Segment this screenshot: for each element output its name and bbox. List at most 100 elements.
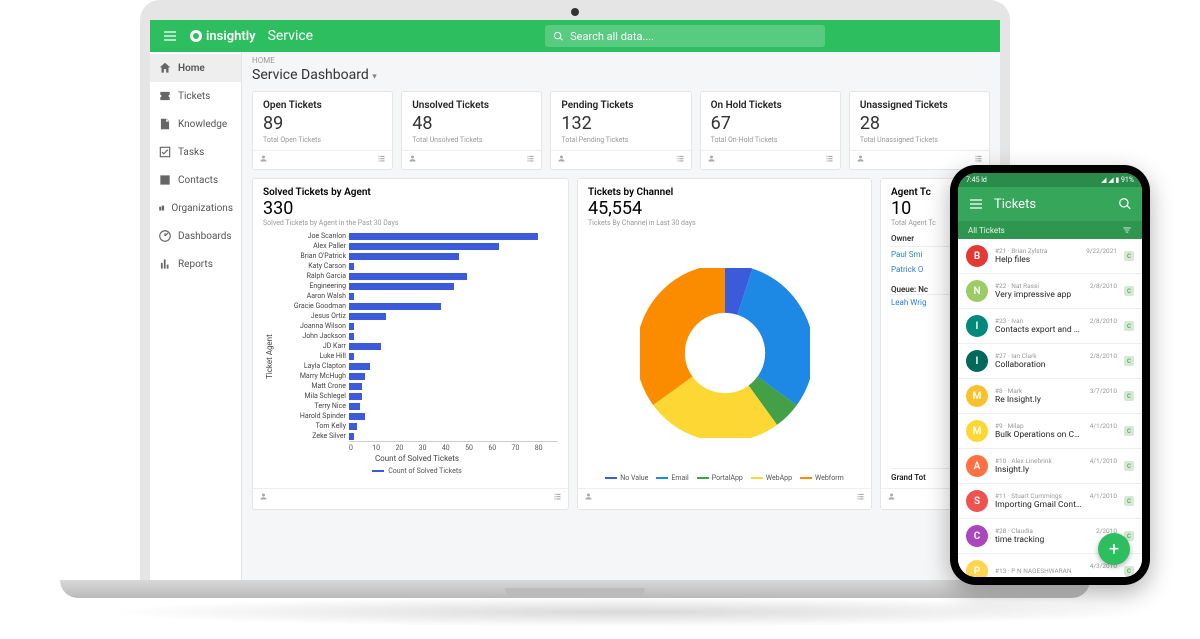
legend-item: Webform — [800, 474, 844, 482]
stat-title: Unsolved Tickets — [412, 100, 531, 111]
list-icon[interactable] — [377, 154, 386, 163]
solved-by-agent-card: Solved Tickets by Agent 330 Solved Ticke… — [252, 178, 569, 510]
avatar: I — [966, 350, 988, 372]
fab-add-button[interactable]: + — [1098, 533, 1130, 565]
list-icon[interactable] — [553, 492, 562, 501]
ticket-row[interactable]: B#21 · Brian ZylstraHelp files9/22/2021C — [958, 239, 1142, 274]
bar — [349, 333, 354, 340]
ticket-meta: #21 · Brian Zylstra — [995, 247, 1079, 255]
sidebar-item-home[interactable]: Home — [150, 54, 241, 82]
sidebar-item-label: Knowledge — [178, 119, 227, 130]
stat-card: Open Tickets89Total Open Tickets — [252, 91, 393, 170]
status-badge: C — [1124, 251, 1134, 261]
bar-label: Jesus Ortiz — [276, 312, 346, 320]
user-icon[interactable] — [259, 492, 268, 501]
status-badge: C — [1124, 426, 1134, 436]
sidebar-item-tickets[interactable]: Tickets — [150, 82, 241, 110]
bar — [349, 353, 354, 360]
page-title[interactable]: Service Dashboard ▾ — [242, 65, 1000, 91]
menu-icon[interactable] — [968, 196, 984, 212]
user-icon[interactable] — [887, 492, 896, 501]
user-icon[interactable] — [584, 492, 593, 501]
sidebar-item-tasks[interactable]: Tasks — [150, 138, 241, 166]
bar-row: Harold Spinder — [276, 411, 558, 421]
status-badge: C — [1124, 496, 1134, 506]
bar-row: Marry McHugh — [276, 371, 558, 381]
bar-label: Alex Paller — [276, 242, 346, 250]
contacts-icon — [158, 173, 172, 187]
app-name: Service — [268, 28, 314, 44]
ticket-meta: #22 · Nat Rassi — [995, 282, 1083, 290]
ticket-row[interactable]: N#22 · Nat RassiVery impressive app2/8/2… — [958, 274, 1142, 309]
sidebar-item-organizations[interactable]: Organizations — [150, 194, 241, 222]
avatar: P — [966, 560, 988, 577]
avatar: N — [966, 280, 988, 302]
user-icon[interactable] — [707, 154, 716, 163]
ticket-meta: #9 · Milap — [995, 422, 1083, 430]
bar-row: Brian O'Patrick — [276, 251, 558, 261]
sidebar-item-label: Home — [178, 63, 205, 74]
bar — [349, 293, 354, 300]
ticket-subject: Very impressive app — [995, 290, 1083, 300]
donut-chart — [640, 268, 810, 438]
bar-row: John Jackson — [276, 331, 558, 341]
sidebar-item-contacts[interactable]: Contacts — [150, 166, 241, 194]
search-input[interactable]: Search all data.... — [545, 25, 825, 47]
list-icon[interactable] — [676, 154, 685, 163]
legend-item: PortalApp — [697, 474, 743, 482]
tickets-icon — [158, 89, 172, 103]
list-icon[interactable] — [856, 492, 865, 501]
organizations-icon — [158, 201, 165, 215]
ticket-row[interactable]: S#11 · Stuart CummingsImporting Gmail Co… — [958, 484, 1142, 519]
bar — [349, 273, 467, 280]
bar-label: John Jackson — [276, 332, 346, 340]
bar-row: Matt Crone — [276, 381, 558, 391]
bar — [349, 313, 386, 320]
stat-value: 67 — [711, 113, 830, 134]
avatar: C — [966, 525, 988, 547]
tasks-icon — [158, 145, 172, 159]
bar-label: Katy Carson — [276, 262, 346, 270]
donut-legend: No ValueEmailPortalAppWebAppWebform — [588, 474, 861, 482]
user-icon[interactable] — [856, 154, 865, 163]
bar-label: Matt Crone — [276, 382, 346, 390]
list-icon[interactable] — [825, 154, 834, 163]
ticket-row[interactable]: M#9 · MilapBulk Operations on Contacts4/… — [958, 414, 1142, 449]
status-badge: C — [1124, 566, 1134, 576]
user-icon[interactable] — [259, 154, 268, 163]
sidebar: Home Tickets Knowledge Tasks Contacts Organiz… — [150, 52, 242, 580]
filter-icon[interactable] — [1122, 225, 1132, 235]
avatar: M — [966, 420, 988, 442]
ticket-subject: Collaboration — [995, 360, 1083, 370]
user-icon[interactable] — [557, 154, 566, 163]
ticket-date: 2/8/2010 — [1090, 317, 1117, 325]
ticket-row[interactable]: I#27 · Ian ClarkCollaboration2/8/2010C — [958, 344, 1142, 379]
stat-title: Pending Tickets — [561, 100, 680, 111]
sidebar-item-label: Contacts — [178, 175, 218, 186]
bar-label: Luke Hill — [276, 352, 346, 360]
sidebar-item-dashboards[interactable]: Dashboards — [150, 222, 241, 250]
sidebar-item-knowledge[interactable]: Knowledge — [150, 110, 241, 138]
status-badge: C — [1124, 356, 1134, 366]
list-icon[interactable] — [526, 154, 535, 163]
phone-filter-bar[interactable]: All Tickets — [958, 221, 1142, 239]
search-icon[interactable] — [1118, 197, 1132, 211]
bar-label: Mila Schlegel — [276, 392, 346, 400]
sidebar-item-reports[interactable]: Reports — [150, 250, 241, 278]
stat-value: 89 — [263, 113, 382, 134]
ticket-subject: Bulk Operations on Contacts — [995, 430, 1083, 440]
ticket-subject: time tracking — [995, 535, 1089, 545]
ticket-subject: Contacts export and printing — [995, 325, 1083, 335]
menu-icon[interactable] — [162, 28, 178, 44]
bar-row: Joe Scanlon — [276, 231, 558, 241]
sidebar-item-label: Reports — [178, 259, 213, 270]
ticket-row[interactable]: A#10 · Alex LinebrinkInsight.ly4/1/2010C — [958, 449, 1142, 484]
phone-status-bar: 7:45 ld ◢ ◢ ▮ 91% — [958, 173, 1142, 187]
ticket-row[interactable]: I#23 · IvanContacts export and printing2… — [958, 309, 1142, 344]
list-icon[interactable] — [974, 154, 983, 163]
ticket-row[interactable]: M#8 · MarkRe Insight.ly3/7/2010C — [958, 379, 1142, 414]
user-icon[interactable] — [408, 154, 417, 163]
bar-label: Aaron Walsh — [276, 292, 346, 300]
bar — [349, 433, 354, 440]
card-value: 45,554 — [588, 198, 861, 219]
